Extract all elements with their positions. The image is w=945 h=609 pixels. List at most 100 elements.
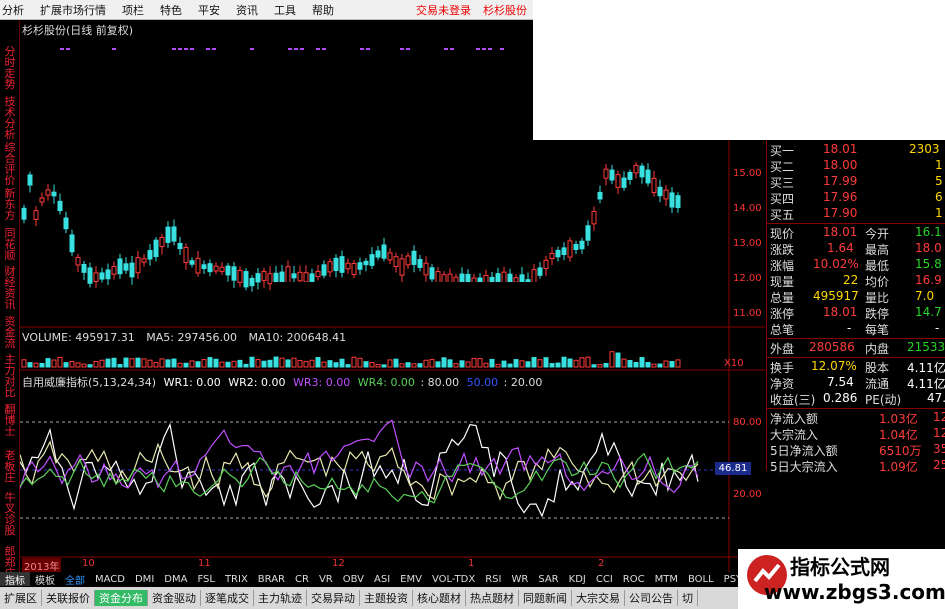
bottom-tab[interactable]: 扩展区 — [0, 590, 42, 606]
candle — [207, 263, 213, 273]
indicator-tab[interactable]: MTM — [650, 574, 683, 585]
indicator-tab[interactable]: OBV — [338, 574, 369, 585]
tab-tonghuashun[interactable]: 同花顺 — [3, 228, 17, 261]
volume-bar — [597, 364, 603, 368]
trade-login-status[interactable]: 交易未登录 — [410, 2, 477, 18]
indicator-tab[interactable]: 全部 — [60, 572, 90, 587]
volume-bar — [393, 358, 399, 368]
bottom-tab[interactable]: 主力轨迹 — [254, 590, 307, 606]
volume-bar — [441, 357, 447, 368]
menu-feature[interactable]: 特色 — [152, 2, 190, 18]
stat-row-eps: 收益(三) 0.286 PE(动) 47. — [770, 391, 945, 407]
candle — [627, 171, 633, 180]
candle — [291, 273, 297, 279]
volume-bar — [333, 362, 339, 368]
indicator-tab[interactable]: TRIX — [220, 574, 253, 585]
indicator-tab[interactable]: KDJ — [564, 574, 591, 585]
indicator-tab[interactable]: RSI — [480, 574, 506, 585]
indicator-tab[interactable]: CCI — [591, 574, 618, 585]
candle — [321, 264, 327, 276]
volume-bar — [447, 359, 453, 368]
bottom-tab[interactable]: 大宗交易 — [572, 590, 625, 606]
indicator-tab[interactable]: MACD — [90, 574, 130, 585]
volume-bar — [63, 362, 69, 368]
indicator-tab[interactable]: CR — [290, 574, 314, 585]
volume-bar — [465, 361, 471, 368]
volume-bar — [159, 358, 165, 368]
bottom-tab[interactable]: 关联报价 — [42, 590, 95, 606]
indicator-tab[interactable]: EMV — [395, 574, 427, 585]
volume-bar — [423, 359, 429, 368]
volume-bar — [357, 357, 363, 368]
candle — [651, 177, 657, 194]
indicator-tab[interactable]: DMA — [159, 574, 192, 585]
menu-tools[interactable]: 工具 — [266, 2, 304, 18]
tab-finance-news[interactable]: 财经资讯 — [3, 266, 17, 310]
indicator-tab[interactable]: VOL-TDX — [427, 574, 480, 585]
bottom-tab[interactable]: 逐笔成交 — [201, 590, 254, 606]
indicator-tab[interactable]: BRAR — [253, 574, 290, 585]
menu-pingan[interactable]: 平安 — [190, 2, 228, 18]
bottom-tab[interactable]: 公司公告 — [625, 590, 678, 606]
bottom-tab[interactable]: 同题新闻 — [519, 590, 572, 606]
indicator-tab[interactable]: 指标 — [0, 572, 30, 586]
volume-bar — [531, 357, 537, 368]
tab-main-compare[interactable]: 主力对比 — [3, 354, 17, 398]
kline-chart[interactable] — [20, 20, 765, 572]
indicator-tab[interactable]: WR — [506, 574, 533, 585]
bottom-tab[interactable]: 热点题材 — [466, 590, 519, 606]
tab-boss[interactable]: 老板庄 — [3, 450, 17, 483]
bottom-tab[interactable]: 核心题材 — [413, 590, 466, 606]
indicator-tab[interactable]: SAR — [533, 574, 563, 585]
tab-capital-flow[interactable]: 资金流 — [3, 316, 17, 349]
volume-bar — [345, 364, 351, 368]
stock-name-link[interactable]: 杉杉股份 — [477, 2, 533, 18]
bottom-tab[interactable]: 资金分布 — [95, 590, 148, 606]
volume-bar — [387, 359, 393, 368]
candle — [555, 249, 561, 258]
candle — [315, 270, 321, 278]
stat-row-turnover: 换手 12.07% 股本 4.11亿 — [770, 359, 945, 375]
candle — [585, 225, 591, 241]
menu-ext-market[interactable]: 扩展市场行情 — [32, 2, 114, 18]
menu-xianglan[interactable]: 项栏 — [114, 2, 152, 18]
indicator-tab[interactable]: VR — [314, 574, 338, 585]
candle — [45, 189, 51, 196]
bottom-tab[interactable]: 主题投资 — [360, 590, 413, 606]
tab-intraday[interactable]: 分时走势 — [3, 46, 17, 90]
volume-bar — [81, 363, 87, 368]
indicator-tab[interactable]: BOLL — [683, 574, 719, 585]
menu-news[interactable]: 资讯 — [228, 2, 266, 18]
volume-bar — [585, 356, 591, 368]
stat-row-vol: 现量 22 均价 16.9 — [770, 273, 942, 289]
menu-help[interactable]: 帮助 — [304, 2, 342, 18]
volume-bar — [291, 357, 297, 368]
flow-row-block: 大宗流入 1.04亿 12 — [770, 426, 945, 442]
volume-bar — [351, 356, 357, 368]
indicator-tab[interactable]: ROC — [618, 574, 650, 585]
indicator-tab[interactable]: 模板 — [30, 572, 60, 587]
tab-evaluation[interactable]: 综合评价 — [3, 142, 17, 186]
menu-bar: 分析 扩展市场行情 项栏 特色 平安 资讯 工具 帮助 交易未登录 杉杉股份 — [0, 0, 533, 20]
tab-dr-fan[interactable]: 翻博士 — [3, 404, 17, 437]
menu-analysis[interactable]: 分析 — [0, 2, 32, 18]
volume-bar — [285, 359, 291, 368]
volume-bar — [51, 359, 57, 368]
bottom-tab[interactable]: 交易异动 — [307, 590, 360, 606]
tab-technical[interactable]: 技术分析 — [3, 96, 17, 140]
signal-markers — [60, 48, 504, 50]
candle — [561, 247, 567, 255]
volume-bar — [249, 356, 255, 368]
tab-stock-diagnosis[interactable]: 牛叉诊股 — [3, 492, 17, 536]
bottom-tab[interactable]: 资金驱动 — [148, 590, 201, 606]
bottom-tab[interactable]: 切 — [678, 590, 698, 606]
indicator-tab[interactable]: FSL — [192, 574, 220, 585]
indicator-tab[interactable]: ASI — [369, 574, 395, 585]
candle — [159, 236, 165, 248]
indicator-tab[interactable]: DMI — [130, 574, 159, 585]
tab-xindongfang[interactable]: 新东方 — [3, 188, 17, 221]
volume-bar — [297, 359, 303, 368]
candle — [21, 207, 27, 220]
volume-bar — [261, 360, 267, 368]
candle — [591, 210, 597, 225]
